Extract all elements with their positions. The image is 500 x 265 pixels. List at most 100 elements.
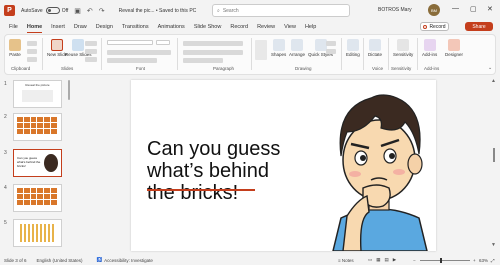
paste-label: Paste <box>9 52 21 57</box>
maximize-icon[interactable]: ▢ <box>470 5 477 13</box>
accessibility-icon: ♿ <box>96 257 103 262</box>
list-buttons-row[interactable] <box>183 41 243 46</box>
section-icon[interactable] <box>85 57 97 62</box>
tab-insert[interactable]: Insert <box>51 24 65 30</box>
search-input[interactable]: ⌕ Search <box>212 4 350 17</box>
slide-sorter-icon[interactable]: ▦ <box>376 257 380 263</box>
close-icon[interactable]: ✕ <box>487 5 493 13</box>
slide-line-2: what’s behind <box>147 160 269 182</box>
divider <box>101 38 102 70</box>
avatar[interactable]: BM <box>428 4 440 16</box>
shape-gallery[interactable] <box>255 40 267 60</box>
search-placeholder: Search <box>222 7 239 14</box>
slide-show-icon[interactable]: ▶ <box>393 257 396 263</box>
notes-button[interactable]: ≡ Notes <box>338 258 354 263</box>
paste-button[interactable]: Paste <box>9 39 21 57</box>
minimize-icon[interactable]: — <box>452 5 459 12</box>
tab-file[interactable]: File <box>9 24 18 30</box>
editing-button[interactable]: Editing <box>346 39 360 57</box>
language-status[interactable]: English (United States) <box>37 258 83 263</box>
format-painter-icon[interactable] <box>27 57 37 62</box>
zoom-slider-thumb[interactable] <box>440 258 442 263</box>
new-slide-icon <box>51 39 64 51</box>
cut-icon[interactable] <box>27 41 37 46</box>
layout-icon[interactable] <box>85 41 97 46</box>
tab-design[interactable]: Design <box>96 24 113 30</box>
font-color-row[interactable] <box>107 58 157 63</box>
autosave-toggle[interactable] <box>45 7 60 14</box>
slide-canvas[interactable]: Can you guess what’s behind the bricks! <box>131 80 436 251</box>
zoom-in-icon[interactable]: + <box>473 258 476 263</box>
tab-view[interactable]: View <box>284 24 296 30</box>
slide-thumbnail-2[interactable] <box>13 113 62 141</box>
designer-button[interactable]: Designer <box>445 39 463 57</box>
tab-home[interactable]: Home <box>26 24 43 33</box>
font-family-select[interactable] <box>107 40 153 45</box>
scroll-down-icon[interactable]: ▼ <box>491 242 496 248</box>
add-ins-button[interactable]: Add-ins <box>422 39 437 57</box>
sensitivity-button[interactable]: Sensitivity <box>393 39 413 57</box>
user-name[interactable]: BOTROS Mary <box>378 7 412 13</box>
thumb-number: 2 <box>4 114 7 120</box>
fit-to-window-icon[interactable]: ⤢ <box>491 258 495 263</box>
document-title[interactable]: Reveal the pic... • Saved to this PC <box>119 8 197 14</box>
shapes-button[interactable]: Shapes <box>271 39 286 57</box>
slide-title-textbox[interactable]: Can you guess what’s behind the bricks! <box>147 138 297 204</box>
tab-animations[interactable]: Animations <box>158 24 185 30</box>
dictate-button[interactable]: Dictate <box>368 39 382 57</box>
zoom-out-icon[interactable]: − <box>413 258 416 263</box>
share-button[interactable]: Share <box>465 22 493 31</box>
collapse-ribbon-icon[interactable]: ⌄ <box>488 65 492 71</box>
thumb-image-placeholder <box>22 90 53 102</box>
arrange-icon <box>291 39 303 51</box>
slide-thumbnail-3[interactable]: Can you guess what's behind the bricks! <box>13 149 62 177</box>
normal-view-icon[interactable]: ▭ <box>368 257 372 263</box>
shape-outline-icon[interactable] <box>326 49 336 54</box>
divider <box>363 38 364 70</box>
reset-icon[interactable] <box>85 49 97 54</box>
share-label: Share <box>472 23 486 30</box>
group-clipboard: Clipboard <box>11 66 31 71</box>
text-direction-row[interactable] <box>183 58 223 63</box>
divider <box>388 38 389 70</box>
thinking-boy-image[interactable] <box>323 88 435 251</box>
arrange-button[interactable]: Arrange <box>289 39 305 57</box>
status-bar: Slide 3 of 6 English (United States) ♿ A… <box>0 255 500 265</box>
zoom-level[interactable]: 63% <box>479 258 488 263</box>
tab-slide-show[interactable]: Slide Show <box>194 24 222 30</box>
font-size-select[interactable] <box>156 40 170 45</box>
redo-icon[interactable]: ↷ <box>99 7 105 15</box>
tab-review[interactable]: Review <box>257 24 275 30</box>
divider <box>251 38 252 70</box>
tab-help[interactable]: Help <box>305 24 316 30</box>
slide-thumbnails-panel: 1 Reveal the picture 2 3 Can you guess w… <box>0 76 72 254</box>
slide-scrollbar[interactable]: ▲ ▼ <box>491 76 498 254</box>
group-slides: Slides <box>61 66 74 71</box>
arrange-label: Arrange <box>289 52 306 57</box>
reading-view-icon[interactable]: ▤ <box>385 257 389 263</box>
slide-thumbnail-1[interactable]: Reveal the picture <box>13 80 62 108</box>
accessibility-status[interactable]: Accessibility: Investigate <box>104 258 153 263</box>
record-label: Record <box>429 23 446 30</box>
alignment-row[interactable] <box>183 50 243 55</box>
shapes-label: Shapes <box>271 52 287 57</box>
scroll-up-icon[interactable]: ▲ <box>491 78 496 84</box>
thumbnails-scrollbar[interactable] <box>68 80 70 100</box>
thumb-character-image <box>44 154 58 172</box>
shape-fill-icon[interactable] <box>326 41 336 46</box>
copy-icon[interactable] <box>27 49 37 54</box>
group-font: Font <box>136 66 146 71</box>
save-icon[interactable]: ▣ <box>74 7 81 15</box>
scrollbar-thumb[interactable] <box>493 148 495 162</box>
add-ins-label: Add-ins <box>422 52 438 57</box>
tab-draw[interactable]: Draw <box>74 24 87 30</box>
slide-thumbnail-4[interactable] <box>13 184 62 212</box>
undo-icon[interactable]: ↶ <box>87 7 93 15</box>
tab-record[interactable]: Record <box>230 24 248 30</box>
microphone-icon <box>369 39 381 51</box>
zoom-slider[interactable] <box>420 258 470 263</box>
font-format-row[interactable] <box>107 50 171 55</box>
slide-thumbnail-5[interactable] <box>13 219 62 247</box>
record-button[interactable]: Record <box>420 22 449 31</box>
tab-transitions[interactable]: Transitions <box>122 24 149 30</box>
